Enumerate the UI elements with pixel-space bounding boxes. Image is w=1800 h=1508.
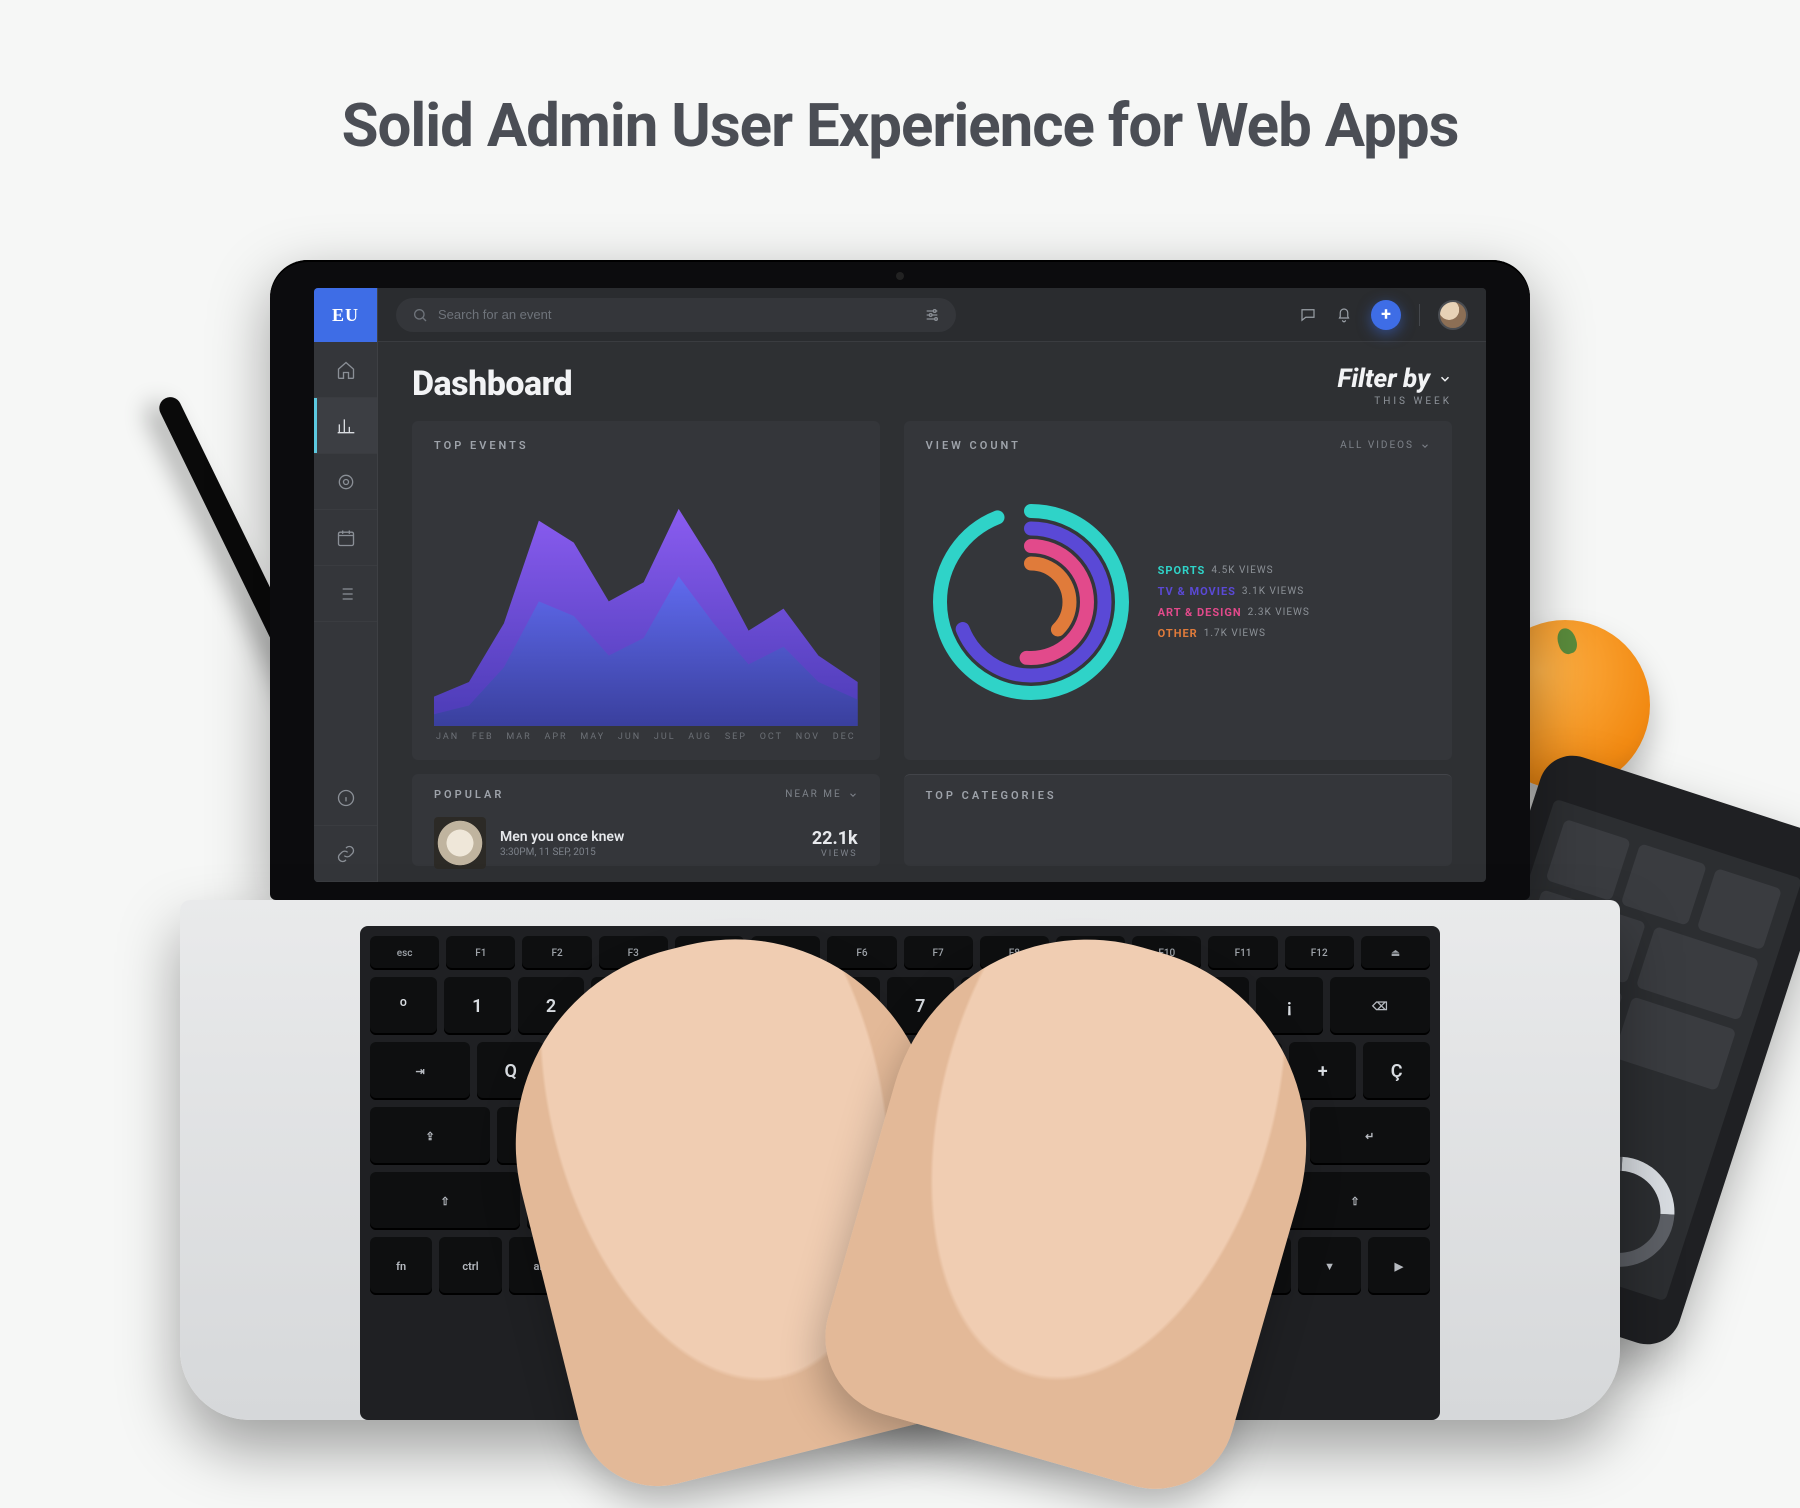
popular-stat-value: 22.1k: [812, 828, 858, 849]
popular-panel: POPULAR NEAR ME Men you once knew: [412, 774, 880, 866]
popular-item-meta: 3:30PM, 11 SEP, 2015: [500, 847, 798, 858]
legend-row: SPORTS 4.5K VIEWS: [1158, 564, 1430, 577]
avatar[interactable]: [1438, 300, 1468, 330]
chevron-down-icon: [848, 790, 858, 800]
sidebar-item-target[interactable]: [314, 454, 377, 510]
popular-item-name[interactable]: Men you once knew: [500, 829, 798, 845]
main-area: + Dashboard Filter by THIS WEEK: [378, 288, 1486, 882]
add-button[interactable]: +: [1371, 300, 1401, 330]
view-count-panel: VIEW COUNT ALL VIDEOS: [904, 421, 1452, 760]
view-count-radial: [926, 497, 1136, 707]
top-events-panel: TOP EVENTS: [412, 421, 880, 760]
popular-thumb[interactable]: [434, 817, 486, 869]
marketing-headline: Solid Admin User Experience for Web Apps: [0, 90, 1800, 161]
page-title: Dashboard: [412, 364, 572, 404]
sidebar-item-link[interactable]: [314, 826, 377, 882]
search-icon: [412, 307, 428, 323]
legend-row: OTHER 1.7K VIEWS: [1158, 627, 1430, 640]
bell-icon[interactable]: [1335, 306, 1353, 324]
sidebar-item-info[interactable]: [314, 770, 377, 826]
popular-stat-label: VIEWS: [812, 849, 858, 859]
filter-value: THIS WEEK: [1338, 396, 1452, 407]
top-events-xaxis: JANFEB MARAPR MAYJUN JULAUG SEPOCT NOVDE…: [434, 732, 858, 742]
topbar: +: [378, 288, 1486, 342]
list-icon: [336, 584, 356, 604]
view-count-title: VIEW COUNT: [926, 439, 1021, 452]
link-icon: [336, 844, 356, 864]
ring-sports: [940, 511, 1122, 693]
sidebar-item-analytics[interactable]: [314, 398, 377, 454]
search-field[interactable]: [396, 298, 956, 332]
home-icon: [336, 360, 356, 380]
app-screen: EU: [314, 288, 1486, 882]
top-categories-title: TOP CATEGORIES: [926, 789, 1430, 802]
popular-title: POPULAR: [434, 788, 504, 801]
legend-row: TV & MOVIES 3.1K VIEWS: [1158, 585, 1430, 598]
sliders-icon[interactable]: [924, 307, 940, 323]
top-events-title: TOP EVENTS: [434, 439, 529, 452]
calendar-icon: [336, 528, 356, 548]
sidebar-item-list[interactable]: [314, 566, 377, 622]
bars-icon: [336, 416, 356, 436]
chevron-down-icon: [1438, 372, 1452, 386]
divider: [1419, 304, 1420, 326]
legend-row: ART & DESIGN 2.3K VIEWS: [1158, 606, 1430, 619]
sidebar: EU: [314, 288, 378, 882]
target-icon: [336, 472, 356, 492]
view-count-legend: SPORTS 4.5K VIEWS TV & MOVIES 3.1K VIEWS…: [1158, 564, 1430, 640]
laptop-camera: [896, 272, 904, 280]
sidebar-item-calendar[interactable]: [314, 510, 377, 566]
sidebar-item-home[interactable]: [314, 342, 377, 398]
messages-icon[interactable]: [1299, 306, 1317, 324]
laptop-mockup: EU: [270, 260, 1530, 1420]
filter-label: Filter by: [1338, 364, 1430, 394]
popular-scope[interactable]: NEAR ME: [785, 789, 857, 800]
top-categories-panel: TOP CATEGORIES: [904, 774, 1452, 866]
view-count-scope[interactable]: ALL VIDEOS: [1340, 440, 1430, 451]
info-icon: [336, 788, 356, 808]
top-events-chart: [434, 462, 858, 726]
ring-other: [992, 564, 1069, 641]
chevron-down-icon: [1420, 441, 1430, 451]
filter-by[interactable]: Filter by THIS WEEK: [1338, 364, 1452, 407]
search-input[interactable]: [438, 307, 914, 322]
brand-badge[interactable]: EU: [314, 288, 377, 342]
